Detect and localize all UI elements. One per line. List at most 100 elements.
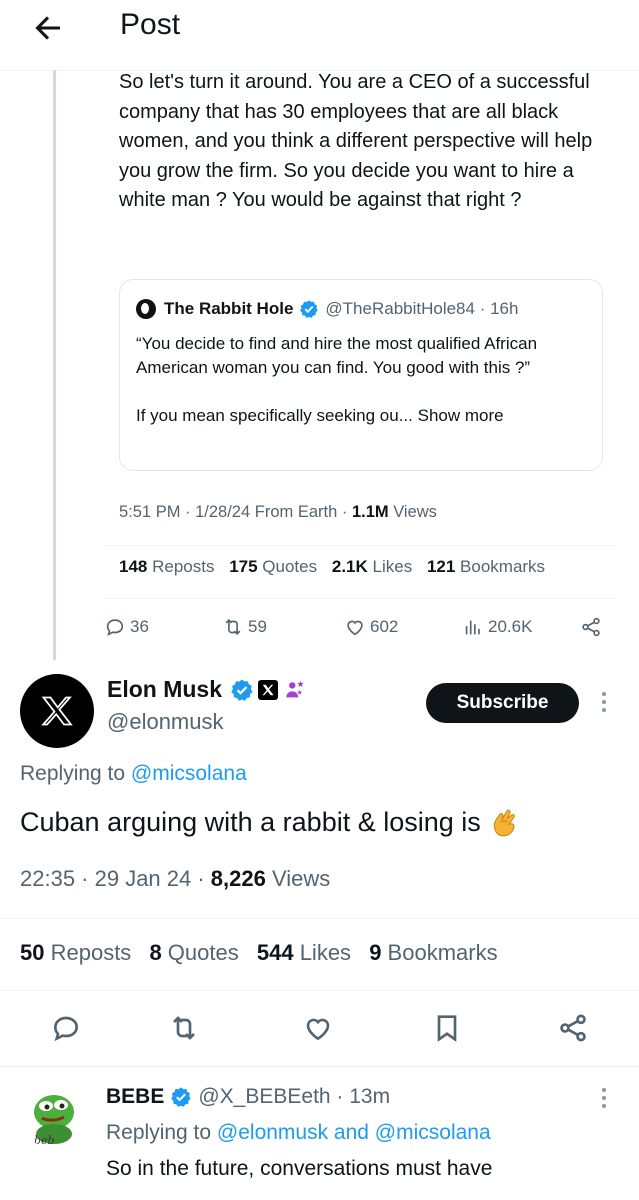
parent-likes-stat[interactable]: 2.1K Likes	[332, 557, 412, 576]
stat-count: 121	[426, 557, 456, 576]
divider	[105, 598, 615, 599]
stat-count: 9	[369, 940, 382, 965]
verified-badge-icon	[231, 679, 253, 701]
x-affiliation-badge-icon	[258, 679, 279, 700]
author-handle[interactable]: @elonmusk	[107, 709, 224, 735]
reply-replying-to: Replying to @elonmusk and @micsolana	[106, 1121, 491, 1145]
back-arrow-icon[interactable]	[30, 10, 66, 46]
page-title: Post	[120, 8, 181, 41]
author-avatar[interactable]	[20, 674, 94, 748]
reposts-stat[interactable]: 50 Reposts	[20, 940, 131, 965]
reply-author-handle[interactable]: @X_BEBEeth · 13m	[198, 1085, 390, 1109]
stat-count: 8	[149, 940, 162, 965]
x-logo-icon	[262, 684, 274, 695]
like-button[interactable]: 602	[344, 614, 398, 640]
more-options-icon[interactable]	[601, 692, 607, 716]
parent-quotes-stat[interactable]: 175 Quotes	[229, 557, 317, 576]
heart-icon[interactable]	[302, 1012, 334, 1044]
stat-label: Reposts	[147, 557, 215, 576]
stat-label: Quotes	[161, 940, 239, 965]
parent-views-label: Views	[388, 503, 437, 521]
repost-icon[interactable]	[168, 1012, 200, 1044]
quoted-tweet-header: The Rabbit Hole @TheRabbitHole84 · 16h	[136, 296, 586, 322]
share-icon	[582, 617, 600, 637]
reply-author-avatar[interactable]: beb	[20, 1082, 86, 1148]
stat-count: 148	[119, 557, 148, 576]
replying-prefix: Replying to	[20, 762, 131, 785]
divider	[0, 990, 639, 991]
parent-bookmarks-stat[interactable]: 121 Bookmarks	[427, 557, 545, 576]
quotes-stat[interactable]: 8 Quotes	[149, 940, 238, 965]
views-count: 20.6K	[488, 617, 533, 636]
stat-count: 50	[20, 940, 45, 965]
divider	[0, 918, 639, 919]
parent-reposts-stat[interactable]: 148 Reposts	[119, 557, 214, 576]
stat-label: Likes	[293, 940, 352, 965]
more-options-icon[interactable]	[601, 1088, 607, 1112]
reply-author-name[interactable]: BEBE	[106, 1085, 164, 1109]
replying-to: Replying to @micsolana	[20, 762, 247, 786]
share-button[interactable]	[580, 614, 606, 640]
repost-button[interactable]: 59	[222, 614, 267, 640]
bookmarks-stat[interactable]: 9 Bookmarks	[369, 940, 497, 965]
views-button[interactable]: 20.6K	[462, 614, 532, 640]
quoted-tweet-card[interactable]: The Rabbit Hole @TheRabbitHole84 · 16h “…	[119, 279, 603, 471]
tweet-meta: 22:35 · 29 Jan 24 · 8,226 Views	[20, 866, 330, 892]
stat-count: 544	[256, 940, 294, 965]
tweet-text: Cuban arguing with a rabbit & losing is	[20, 805, 523, 839]
repost-count: 59	[248, 617, 267, 636]
replying-prefix: Replying to	[106, 1121, 217, 1144]
pinching-hand-emoji-icon	[493, 809, 515, 837]
reply-button[interactable]: 36	[104, 614, 149, 640]
quoted-author-handle: @TheRabbitHole84 · 16h	[325, 299, 519, 318]
subscriber-badge-icon	[286, 680, 304, 697]
reply-icon	[106, 619, 124, 636]
bookmark-icon[interactable]	[431, 1012, 463, 1044]
parent-action-bar: 36 59 602 20.6K	[104, 614, 614, 640]
likes-stat[interactable]: 544 Likes	[257, 940, 351, 965]
divider	[0, 1066, 639, 1067]
stat-label: Bookmarks	[455, 557, 546, 576]
thread-connector-line	[53, 70, 56, 660]
author-name[interactable]: Elon Musk	[107, 676, 222, 703]
share-icon[interactable]	[557, 1012, 589, 1044]
tweet-views-label: Views	[265, 866, 331, 891]
replying-to-link[interactable]: @micsolana	[131, 762, 247, 785]
reply-author-row[interactable]: BEBE @X_BEBEeth · 13m	[106, 1085, 390, 1109]
like-count: 602	[370, 617, 399, 636]
heart-icon	[347, 620, 363, 636]
parent-views-count: 1.1M	[351, 503, 389, 521]
parent-tweet-timestamp: 5:51 PM · 1/28/24 From Earth ·	[119, 503, 352, 521]
verified-badge-icon	[300, 300, 319, 318]
x-logo-icon	[41, 696, 73, 726]
quoted-tweet-text: “You decide to find and hire the most qu…	[136, 332, 586, 428]
parent-tweet-text: So let's turn it around. You are a CEO o…	[119, 71, 593, 211]
stat-count: 2.1K	[331, 557, 368, 576]
avatar-text: beb	[34, 1134, 55, 1147]
tweet-views-count: 8,226	[210, 866, 266, 891]
parent-tweet-meta: 5:51 PM · 1/28/24 From Earth · 1.1M View…	[119, 503, 437, 522]
stat-label: Reposts	[44, 940, 132, 965]
reply-count: 36	[130, 617, 149, 636]
replying-to-link[interactable]: @elonmusk and @micsolana	[217, 1121, 491, 1144]
reply-icon[interactable]	[50, 1012, 82, 1044]
tweet-timestamp[interactable]: 22:35 · 29 Jan 24 ·	[20, 866, 211, 891]
author-name-row[interactable]: Elon Musk	[107, 676, 306, 703]
stat-label: Likes	[367, 557, 413, 576]
frog-avatar-icon: beb	[34, 1095, 74, 1147]
reply-tweet-text: So in the future, conversations must hav…	[106, 1157, 493, 1180]
divider	[105, 545, 615, 546]
show-more-link[interactable]: Show more	[418, 406, 504, 425]
parent-engagement-stats: 148 Reposts 175 Quotes 2.1K Likes 121 Bo…	[119, 557, 555, 577]
stat-label: Bookmarks	[381, 940, 498, 965]
tweet-body: Cuban arguing with a rabbit & losing is	[20, 806, 481, 837]
tweet-action-bar	[0, 1012, 639, 1046]
engagement-stats: 50 Reposts 8 Quotes 544 Likes 9 Bookmark…	[20, 940, 510, 966]
subscribe-button[interactable]: Subscribe	[426, 683, 579, 723]
verified-badge-icon	[171, 1087, 191, 1107]
top-bar: Post	[0, 0, 639, 56]
quoted-author-avatar	[136, 299, 156, 319]
stat-label: Quotes	[257, 557, 318, 576]
stat-count: 175	[229, 557, 258, 576]
quoted-author-name: The Rabbit Hole	[164, 299, 294, 318]
